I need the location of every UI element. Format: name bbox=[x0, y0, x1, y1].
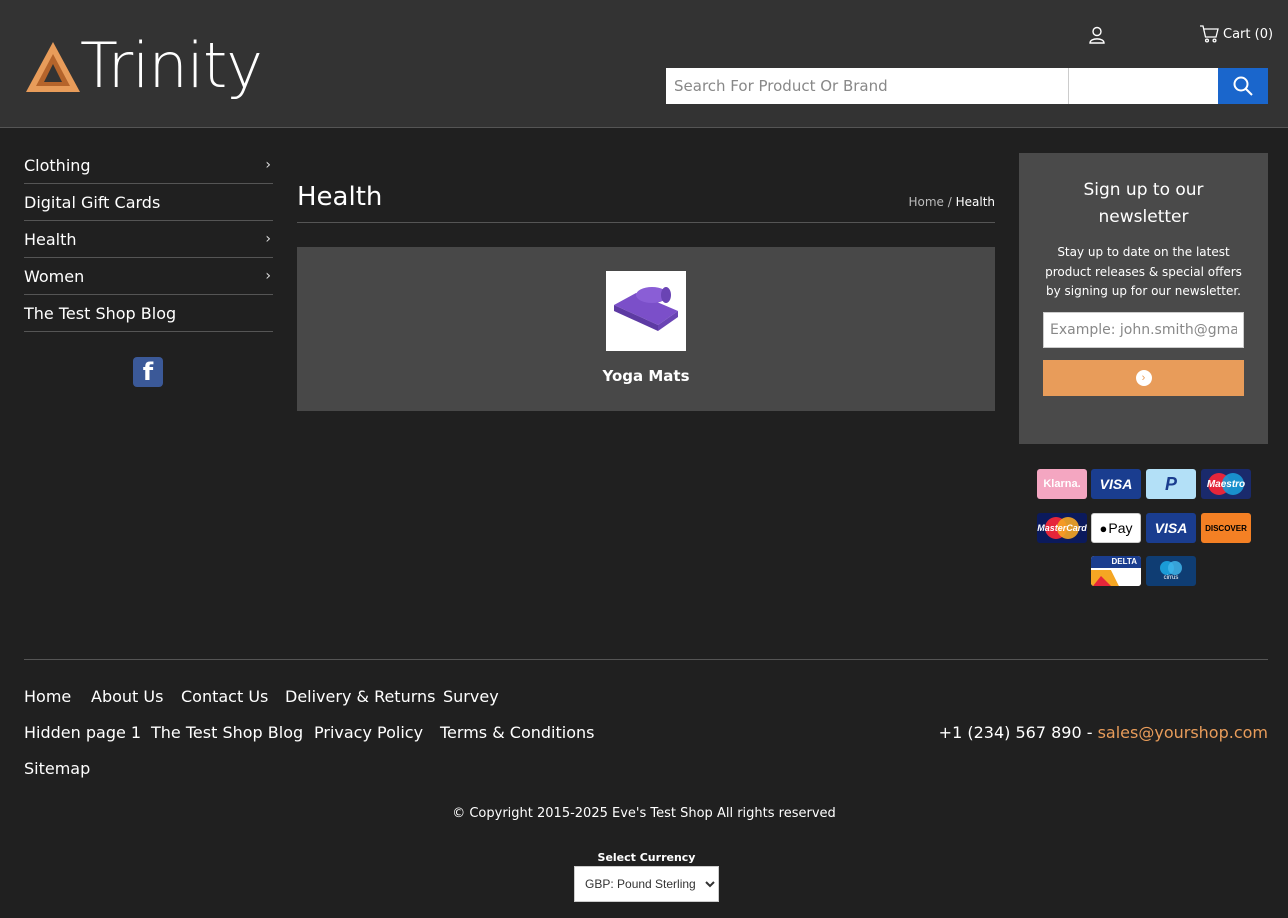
footer-link-hidden-page[interactable]: Hidden page 1 bbox=[24, 723, 141, 742]
maestro-icon: Maestro bbox=[1201, 469, 1251, 499]
search-icon bbox=[1233, 76, 1253, 96]
footer-divider bbox=[24, 659, 1268, 660]
klarna-icon: Klarna. bbox=[1037, 469, 1087, 499]
apple-pay-label: Pay bbox=[1108, 520, 1133, 536]
page-title: Health bbox=[297, 182, 383, 212]
site-logo[interactable]: Trinity bbox=[24, 29, 263, 104]
footer-link-blog[interactable]: The Test Shop Blog bbox=[151, 723, 303, 742]
search-input[interactable] bbox=[666, 68, 1068, 104]
mastercard-icon: MasterCard bbox=[1037, 513, 1087, 543]
user-account-icon[interactable] bbox=[1088, 26, 1106, 44]
sidebar-item-label: Women bbox=[24, 266, 85, 286]
sidebar-item-label: Digital Gift Cards bbox=[24, 192, 161, 212]
newsletter-text: Stay up to date on the latest product re… bbox=[1045, 245, 1242, 298]
site-header: Trinity Cart (0) bbox=[0, 0, 1288, 128]
breadcrumb-separator: / bbox=[943, 195, 956, 209]
yoga-mat-image[interactable] bbox=[606, 271, 686, 351]
apple-icon: ● bbox=[1099, 520, 1108, 536]
footer-link-terms[interactable]: Terms & Conditions bbox=[440, 723, 594, 742]
cart-icon bbox=[1200, 25, 1219, 43]
sidebar-item-label: Health bbox=[24, 229, 77, 249]
newsletter-submit-button[interactable]: › bbox=[1043, 360, 1244, 396]
chevron-right-icon[interactable]: › bbox=[265, 157, 271, 173]
sidebar-item-clothing[interactable]: Clothing › bbox=[24, 147, 273, 184]
yoga-mat-icon bbox=[614, 287, 678, 331]
breadcrumb-home[interactable]: Home bbox=[908, 195, 943, 209]
chevron-right-icon[interactable]: › bbox=[265, 231, 271, 247]
sidebar-item-blog[interactable]: The Test Shop Blog bbox=[24, 295, 273, 332]
delta-label: DELTA bbox=[1111, 557, 1137, 566]
logo-text: Trinity bbox=[80, 29, 263, 102]
subcategory-tile[interactable]: Yoga Mats bbox=[602, 271, 690, 385]
apple-pay-icon: ● Pay bbox=[1091, 513, 1141, 543]
contact-phone[interactable]: +1 (234) 567 890 bbox=[939, 723, 1082, 742]
maestro-label: Maestro bbox=[1206, 478, 1246, 490]
footer-link-about-us[interactable]: About Us bbox=[91, 687, 163, 706]
subcategory-panel: Yoga Mats bbox=[297, 247, 995, 411]
footer-link-sitemap[interactable]: Sitemap bbox=[24, 759, 90, 778]
copyright-text: © Copyright 2015-2025 Eve's Test Shop Al… bbox=[452, 806, 836, 821]
cirrus-label: cirrus bbox=[1163, 575, 1179, 581]
cirrus-icon: cirrus bbox=[1146, 556, 1196, 586]
breadcrumb-current: Health bbox=[955, 195, 995, 209]
sidebar-item-digital-gift-cards[interactable]: Digital Gift Cards bbox=[24, 184, 273, 221]
footer-link-home[interactable]: Home bbox=[24, 687, 71, 706]
footer-link-contact-us[interactable]: Contact Us bbox=[181, 687, 268, 706]
sidebar-item-label: Clothing bbox=[24, 155, 91, 175]
discover-icon: DISCOVER bbox=[1201, 513, 1251, 543]
sidebar-item-health[interactable]: Health › bbox=[24, 221, 273, 258]
currency-label: Select Currency bbox=[597, 851, 696, 864]
subcategory-label[interactable]: Yoga Mats bbox=[566, 367, 726, 385]
sidebar-item-label: The Test Shop Blog bbox=[24, 303, 177, 323]
category-sidebar: Clothing › Digital Gift Cards Health › W… bbox=[24, 147, 273, 332]
title-divider bbox=[297, 222, 995, 223]
search-category-field[interactable] bbox=[1068, 68, 1218, 104]
breadcrumb: Home / Health bbox=[908, 195, 995, 209]
search-button[interactable] bbox=[1218, 68, 1268, 104]
cart-label: Cart (0) bbox=[1223, 26, 1274, 42]
footer-contact: +1 (234) 567 890 - sales@yourshop.com bbox=[939, 723, 1268, 742]
visa-debit-icon: VISA bbox=[1146, 513, 1196, 543]
footer-link-delivery-returns[interactable]: Delivery & Returns bbox=[285, 687, 436, 706]
footer-link-survey[interactable]: Survey bbox=[443, 687, 499, 706]
arrow-right-icon: › bbox=[1135, 370, 1152, 386]
visa-delta-icon: DELTA bbox=[1091, 556, 1141, 586]
search-bar bbox=[666, 68, 1268, 104]
currency-select[interactable]: GBP: Pound Sterling bbox=[574, 866, 719, 902]
cart-link[interactable]: Cart (0) bbox=[1199, 25, 1273, 43]
facebook-icon[interactable]: f bbox=[133, 357, 163, 387]
trinity-logo-icon bbox=[26, 42, 80, 92]
newsletter-title: Sign up to our newsletter bbox=[1083, 180, 1204, 227]
footer-link-privacy-policy[interactable]: Privacy Policy bbox=[314, 723, 423, 742]
visa-icon: VISA bbox=[1091, 469, 1141, 499]
contact-separator: - bbox=[1081, 723, 1098, 742]
newsletter-email-field[interactable] bbox=[1043, 312, 1244, 348]
newsletter-box: Sign up to our newsletter Stay up to dat… bbox=[1019, 153, 1268, 444]
chevron-right-icon[interactable]: › bbox=[265, 268, 271, 284]
contact-email[interactable]: sales@yourshop.com bbox=[1098, 723, 1268, 742]
paypal-icon: P bbox=[1146, 469, 1196, 499]
sidebar-item-women[interactable]: Women › bbox=[24, 258, 273, 295]
mastercard-label: MasterCard bbox=[1037, 523, 1087, 533]
